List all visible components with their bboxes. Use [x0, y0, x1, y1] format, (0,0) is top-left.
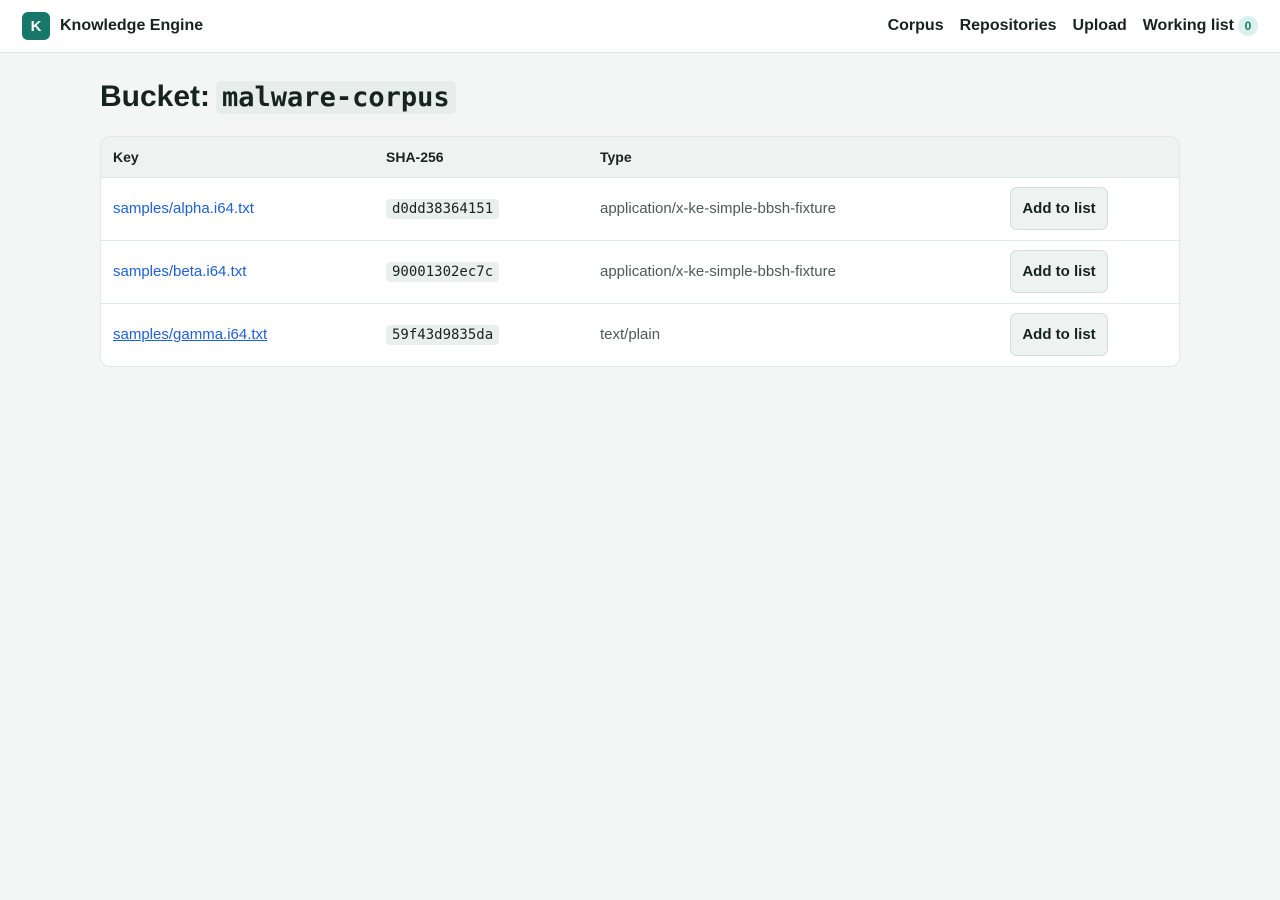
- column-header-actions: [998, 137, 1179, 178]
- object-key-link[interactable]: samples/beta.i64.txt: [113, 263, 246, 280]
- working-list-count-badge: 0: [1238, 16, 1258, 36]
- key-cell: samples/gamma.i64.txt: [101, 303, 374, 366]
- main-content: Bucket: malware-corpus Key SHA-256 Type …: [100, 53, 1180, 367]
- top-nav-bar: K Knowledge Engine Corpus Repositories U…: [0, 0, 1280, 53]
- add-to-list-button[interactable]: Add to list: [1010, 250, 1108, 293]
- sha-cell: 90001302ec7c: [374, 240, 588, 304]
- add-to-list-button[interactable]: Add to list: [1010, 187, 1108, 230]
- column-header-key: Key: [101, 137, 374, 178]
- sha-cell: d0dd38364151: [374, 177, 588, 241]
- objects-table: Key SHA-256 Type samples/alpha.i64.txt d…: [101, 137, 1179, 366]
- object-key-link[interactable]: samples/alpha.i64.txt: [113, 200, 254, 217]
- nav-upload[interactable]: Upload: [1073, 17, 1127, 35]
- sha256-value: 59f43d9835da: [386, 325, 500, 346]
- sha-cell: 59f43d9835da: [374, 303, 588, 366]
- nav-corpus[interactable]: Corpus: [888, 17, 944, 35]
- nav-working-list[interactable]: Working list 0: [1143, 16, 1258, 36]
- logo-icon: K: [22, 12, 50, 40]
- object-key-link[interactable]: samples/gamma.i64.txt: [113, 326, 267, 343]
- working-list-label: Working list: [1142, 17, 1234, 34]
- type-cell: text/plain: [600, 326, 661, 344]
- column-header-sha256: SHA-256: [374, 137, 588, 178]
- page-title-prefix: Bucket:: [100, 80, 211, 113]
- action-cell: Add to list: [998, 177, 1179, 241]
- main-nav: Corpus Repositories Upload Working list …: [888, 16, 1258, 36]
- page-title: Bucket: malware-corpus: [100, 79, 1180, 115]
- table-row: samples/gamma.i64.txt 59f43d9835da text/…: [101, 303, 1179, 366]
- app-title: Knowledge Engine: [60, 17, 204, 34]
- table-row: samples/alpha.i64.txt d0dd38364151 appli…: [101, 177, 1179, 241]
- type-cell: application/x-ke-simple-bbsh-fixture: [588, 240, 998, 304]
- nav-repositories[interactable]: Repositories: [960, 17, 1057, 35]
- sha256-value: d0dd38364151: [386, 199, 500, 219]
- sha256-value: 90001302ec7c: [386, 262, 500, 282]
- key-cell: samples/alpha.i64.txt: [101, 177, 374, 241]
- action-cell: Add to list: [998, 303, 1179, 366]
- column-header-type: Type: [588, 137, 998, 178]
- table-row: samples/beta.i64.txt 90001302ec7c applic…: [101, 240, 1179, 304]
- objects-table-card: Key SHA-256 Type samples/alpha.i64.txt d…: [100, 136, 1180, 367]
- bucket-name: malware-corpus: [216, 80, 456, 114]
- key-cell: samples/beta.i64.txt: [101, 240, 374, 304]
- table-header-row: Key SHA-256 Type: [101, 137, 1179, 178]
- action-cell: Add to list: [998, 240, 1179, 304]
- type-cell: application/x-ke-simple-bbsh-fixture: [588, 177, 998, 241]
- add-to-list-button[interactable]: Add to list: [1010, 313, 1108, 357]
- brand[interactable]: K Knowledge Engine: [22, 12, 203, 40]
